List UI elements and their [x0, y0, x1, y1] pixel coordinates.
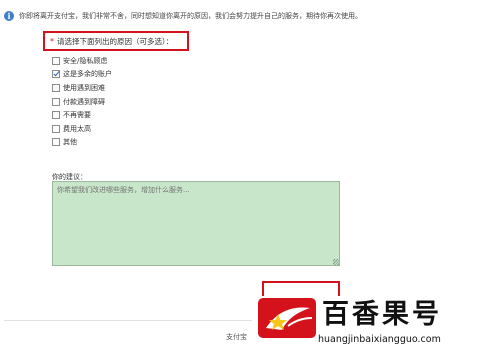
option-label: 安全/隐私顾虑 [63, 56, 108, 65]
required-mark: * [50, 36, 54, 46]
option-fees-too-high[interactable]: 费用太高 [52, 122, 192, 136]
leave-notice: i 你即将离开支付宝，我们非常不舍，同时想知道你离开的原因，我们会努力提升自己的… [4, 9, 362, 23]
reason-title: 请选择下面列出的原因（可多选）： [57, 36, 174, 46]
checkbox[interactable] [52, 111, 60, 120]
checkbox[interactable] [52, 124, 60, 133]
checkbox[interactable] [52, 138, 60, 147]
suggestion-textarea[interactable] [52, 181, 340, 266]
notice-text: 你即将离开支付宝，我们非常不舍，同时想知道你离开的原因，我们会努力提升自己的服务… [19, 12, 362, 20]
watermark: 百香果号 huangjinbaixiangguo.com [252, 296, 500, 350]
option-label: 不再需要 [63, 111, 91, 120]
option-label: 使用遇到困难 [63, 83, 105, 92]
checkbox[interactable] [52, 83, 60, 92]
checkbox[interactable] [52, 56, 60, 65]
info-icon: i [4, 11, 14, 21]
option-label: 费用太高 [63, 124, 91, 133]
option-label: 付款遇到障碍 [63, 97, 105, 106]
resize-grip-icon[interactable] [333, 259, 339, 265]
footer-divider [4, 320, 254, 321]
watermark-url: huangjinbaixiangguo.com [318, 334, 441, 345]
option-label: 这是多余的账户 [63, 70, 112, 79]
watermark-logo-icon [258, 298, 316, 338]
watermark-title: 百香果号 [322, 299, 442, 330]
checkbox[interactable] [52, 97, 60, 106]
option-other[interactable]: 其他 [52, 136, 192, 150]
footer-text: 支付宝 [226, 333, 247, 341]
reason-options: 安全/隐私顾虑 这是多余的账户 使用遇到困难 付款遇到障碍 不再需要 费用太高 … [52, 54, 192, 149]
option-payment-obstacle[interactable]: 付款遇到障碍 [52, 95, 192, 109]
reason-heading: * 请选择下面列出的原因（可多选）： [43, 31, 189, 51]
option-label: 其他 [63, 138, 77, 147]
option-redundant-account[interactable]: 这是多余的账户 [52, 68, 192, 82]
option-no-longer-needed[interactable]: 不再需要 [52, 108, 192, 122]
option-difficulty[interactable]: 使用遇到困难 [52, 81, 192, 95]
option-security[interactable]: 安全/隐私顾虑 [52, 54, 192, 68]
checkbox-checked[interactable] [52, 70, 60, 79]
